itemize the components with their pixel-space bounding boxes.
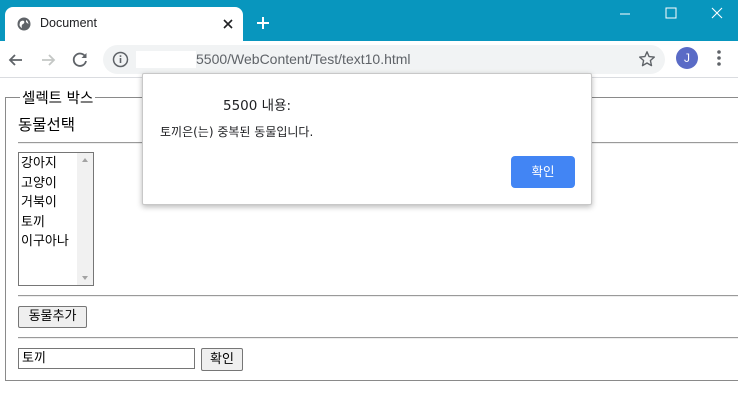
bookmark-star-icon[interactable] — [638, 50, 656, 68]
close-tab-icon[interactable] — [220, 16, 236, 32]
dialog-title: 5500 내용: — [223, 98, 292, 114]
forward-arrow-icon[interactable] — [38, 50, 58, 70]
address-bar[interactable]: 5500/WebContent/Test/text10.html — [103, 45, 665, 74]
dialog-ok-button[interactable]: 확인 — [511, 156, 575, 188]
profile-avatar[interactable]: J — [676, 47, 698, 69]
kebab-menu-icon[interactable] — [712, 48, 726, 68]
tab-title: Document — [40, 16, 97, 30]
scroll-down-arrow-icon[interactable] — [81, 274, 89, 282]
list-item[interactable]: 거북이 — [21, 193, 69, 213]
list-item[interactable]: 토끼 — [21, 213, 69, 233]
page-heading: 동물선택 — [18, 116, 76, 134]
list-item[interactable]: 이구아나 — [21, 232, 69, 252]
animal-list: 강아지 고양이 거북이 토끼 이구아나 — [21, 154, 69, 252]
dialog-message: 토끼은(는) 중복된 동물입니다. — [160, 125, 314, 139]
divider — [18, 295, 738, 297]
url-text[interactable]: 5500/WebContent/Test/text10.html — [196, 51, 411, 67]
add-animal-button[interactable]: 동물추가 — [18, 306, 87, 328]
minimize-icon[interactable] — [614, 6, 636, 22]
animal-listbox[interactable]: 강아지 고양이 거북이 토끼 이구아나 — [18, 152, 94, 286]
fieldset-legend: 셀렉트 박스 — [20, 87, 96, 108]
listbox-scrollbar[interactable] — [77, 153, 93, 285]
scroll-up-arrow-icon[interactable] — [81, 156, 89, 164]
redacted-host — [136, 51, 196, 68]
browser-titlebar: Document — [0, 0, 738, 41]
list-item[interactable]: 강아지 — [21, 154, 69, 174]
window-close-icon[interactable] — [706, 4, 728, 22]
back-arrow-icon[interactable] — [6, 50, 26, 70]
animal-name-input[interactable]: 토끼 — [18, 348, 195, 369]
new-tab-icon[interactable] — [255, 15, 271, 31]
alert-dialog: 5500 내용: 토끼은(는) 중복된 동물입니다. 확인 — [142, 73, 592, 205]
globe-icon — [17, 17, 31, 31]
divider — [18, 337, 738, 339]
info-icon[interactable] — [112, 51, 129, 68]
browser-tab[interactable]: Document — [5, 7, 243, 41]
maximize-icon[interactable] — [660, 4, 682, 22]
confirm-button[interactable]: 확인 — [201, 348, 243, 371]
list-item[interactable]: 고양이 — [21, 174, 69, 194]
reload-icon[interactable] — [70, 50, 90, 70]
